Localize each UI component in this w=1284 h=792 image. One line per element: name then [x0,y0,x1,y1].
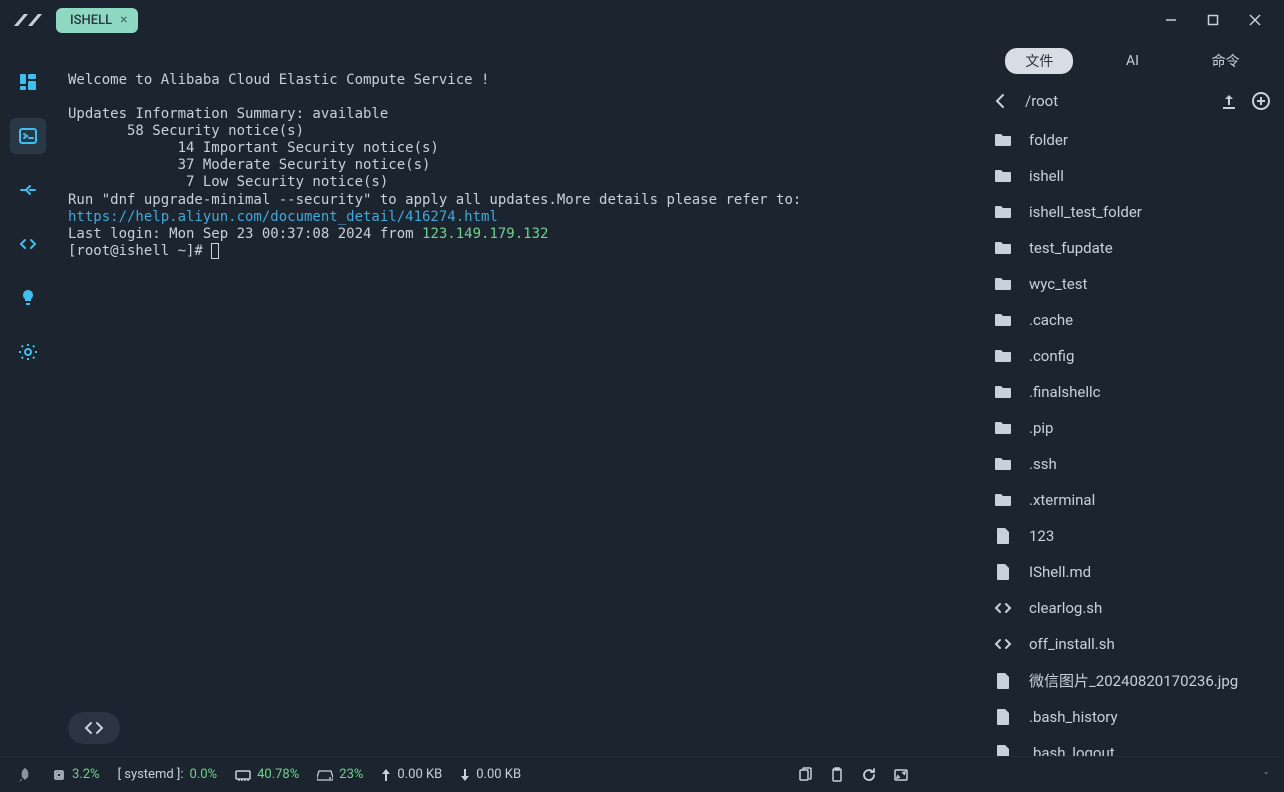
folder-icon [993,382,1013,402]
file-icon [993,526,1013,546]
tab-cmd[interactable]: 命令 [1192,48,1260,74]
file-icon [993,707,1013,727]
folder-icon [993,418,1013,438]
refresh-icon[interactable] [860,766,878,784]
file-item[interactable]: IShell.md [985,554,1280,590]
terminal-output[interactable]: Welcome to Alibaba Cloud Elastic Compute… [56,40,981,756]
file-item[interactable]: ishell_test_folder [985,194,1280,230]
folder-icon [993,166,1013,186]
sidebar-code-icon[interactable] [10,226,46,262]
folder-icon [993,274,1013,294]
folder-icon [993,490,1013,510]
folder-icon [993,310,1013,330]
file-item[interactable]: test_fupdate [985,230,1280,266]
file-name: wyc_test [1029,275,1087,293]
folder-icon [993,238,1013,258]
file-icon [993,743,1013,756]
file-name: ishell [1029,167,1064,185]
file-name: clearlog.sh [1029,599,1102,617]
file-item[interactable]: folder [985,122,1280,158]
file-item[interactable]: 123 [985,518,1280,554]
sidebar-lightbulb-icon[interactable] [10,280,46,316]
file-list: folder ishell ishell_test_folder test_fupda… [981,122,1284,756]
file-name: .config [1029,347,1074,365]
file-name: .cache [1029,311,1073,329]
folder-icon [993,202,1013,222]
upload-button[interactable] [1218,90,1240,112]
minimize-button[interactable] [1162,11,1180,29]
file-name: ishell_test_folder [1029,203,1142,221]
folder-icon [993,346,1013,366]
cpu-status: 3.2% [52,767,100,782]
copy-icon[interactable] [796,766,814,784]
file-name: off_install.sh [1029,635,1115,653]
center-pane: Welcome to Alibaba Cloud Elastic Compute… [56,40,981,756]
current-path[interactable]: /root [1021,92,1208,110]
file-name: .ssh [1029,455,1057,473]
sidebar-connect-icon[interactable] [10,172,46,208]
tab-ai[interactable]: AI [1106,50,1159,72]
script-icon [993,634,1013,654]
path-row: /root [981,84,1284,122]
main: Welcome to Alibaba Cloud Elastic Compute… [0,40,1284,756]
tab-ishell[interactable]: ISHELL × [56,8,138,33]
close-icon[interactable]: × [120,13,127,27]
file-item[interactable]: ishell [985,158,1280,194]
file-name: 123 [1029,527,1054,545]
tab-label: ISHELL [70,13,112,28]
close-button[interactable] [1246,11,1264,29]
tab-files[interactable]: 文件 [1005,48,1073,74]
sidebar-dashboard-icon[interactable] [10,64,46,100]
upload-status: 0.00 KB [381,767,442,782]
file-name: .bash_history [1029,708,1118,726]
sidebar-terminal-icon[interactable] [10,118,46,154]
file-item[interactable]: wyc_test [985,266,1280,302]
file-name: .bash_logout [1029,744,1115,756]
script-icon [993,598,1013,618]
file-name: .pip [1029,419,1053,437]
download-status: 0.00 KB [460,767,521,782]
right-panel-tabs: 文件 AI 命令 [981,44,1284,84]
file-item[interactable]: .cache [985,302,1280,338]
file-name: .finalshellc [1029,383,1100,401]
disk-status: 23% [317,767,363,782]
file-item[interactable]: .pip [985,410,1280,446]
paste-icon[interactable] [828,766,846,784]
mem-status: 40.78% [235,767,299,782]
rocket-icon[interactable] [16,766,34,784]
file-item[interactable]: 微信图片_20240820170236.jpg [985,662,1280,699]
titlebar: ISHELL × [0,0,1284,40]
file-item[interactable]: .config [985,338,1280,374]
file-name: test_fupdate [1029,239,1113,257]
file-item[interactable]: off_install.sh [985,626,1280,662]
file-item[interactable]: .bash_logout [985,735,1280,756]
file-item[interactable]: .xterminal [985,482,1280,518]
code-snippet-button[interactable] [68,712,120,744]
file-name: .xterminal [1029,491,1095,509]
fullscreen-icon[interactable] [892,766,910,784]
maximize-button[interactable] [1204,11,1222,29]
right-panel: 文件 AI 命令 /root folder ishell ishell_test_f… [981,40,1284,756]
app-logo [12,8,44,32]
folder-icon [993,130,1013,150]
file-name: 微信图片_20240820170236.jpg [1029,670,1238,691]
file-item[interactable]: .ssh [985,446,1280,482]
file-name: IShell.md [1029,563,1091,581]
statusbar: 3.2% [ systemd ]: 0.0% 40.78% 23% 0.00 K… [0,756,1284,792]
file-icon [993,562,1013,582]
sidebar [0,40,56,756]
file-item[interactable]: clearlog.sh [985,590,1280,626]
file-item[interactable]: .finalshellc [985,374,1280,410]
file-name: folder [1029,131,1068,149]
sidebar-settings-icon[interactable] [10,334,46,370]
file-item[interactable]: .bash_history [985,699,1280,735]
file-icon [993,671,1013,691]
folder-icon [993,454,1013,474]
systemd-status: [ systemd ]: 0.0% [118,767,218,782]
status-dash: - [1264,766,1268,784]
back-button[interactable] [989,90,1011,112]
add-button[interactable] [1250,90,1272,112]
